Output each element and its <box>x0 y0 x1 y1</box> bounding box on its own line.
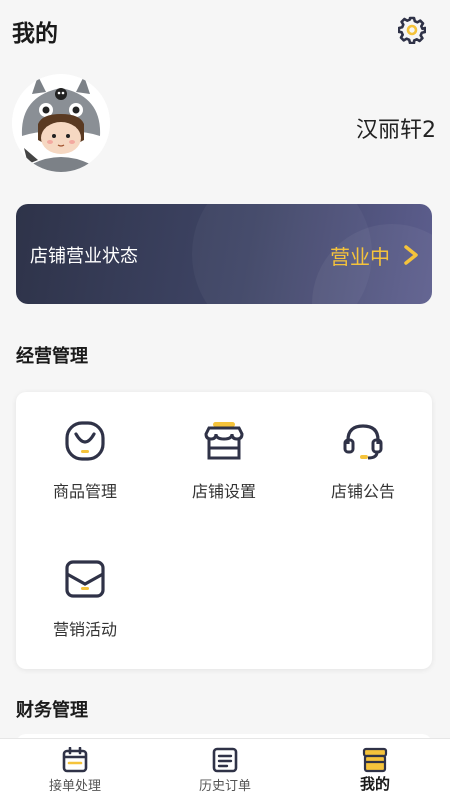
tab-label: 历史订单 <box>198 779 251 794</box>
headset-icon <box>343 424 383 460</box>
gear-icon[interactable] <box>398 16 426 44</box>
grid-item-label: 商品管理 <box>52 482 117 501</box>
bottom-tab-bar: 接单处理 历史订单 我的 <box>0 738 450 800</box>
grid-item-store-announcement[interactable]: 店铺公告 <box>294 392 432 502</box>
store-icon <box>362 747 388 773</box>
grid-item-label: 店铺设置 <box>191 482 256 501</box>
chevron-right-icon <box>404 245 418 265</box>
product-icon <box>65 421 105 461</box>
store-icon <box>204 422 244 460</box>
username: 汉丽轩2 <box>356 118 436 143</box>
profile-section: 汉丽轩2 <box>0 70 450 180</box>
grid-item-marketing[interactable]: 营销活动 <box>16 530 154 640</box>
grid-item-store-settings[interactable]: 店铺设置 <box>155 392 293 502</box>
grid-item-product-management[interactable]: 商品管理 <box>16 392 154 502</box>
avatar[interactable] <box>12 74 110 172</box>
tab-label: 我的 <box>359 775 390 793</box>
store-status-label: 店铺营业状态 <box>30 246 138 267</box>
list-icon <box>212 747 238 773</box>
tab-label: 接单处理 <box>48 779 101 794</box>
avatar-image <box>12 74 110 172</box>
header: 我的 <box>0 0 450 62</box>
store-status-card[interactable]: 店铺营业状态 营业中 <box>16 204 432 304</box>
tab-order-processing[interactable]: 接单处理 <box>0 739 150 800</box>
marketing-icon <box>65 560 105 598</box>
page-title: 我的 <box>12 21 58 47</box>
section-title-finance: 财务管理 <box>16 700 88 721</box>
tab-order-history[interactable]: 历史订单 <box>150 739 300 800</box>
section-title-operations: 经营管理 <box>16 346 88 367</box>
tab-mine[interactable]: 我的 <box>300 739 450 800</box>
store-status-value: 营业中 <box>330 245 390 269</box>
calendar-icon <box>62 747 88 773</box>
grid-item-label: 店铺公告 <box>330 482 395 501</box>
grid-item-label: 营销活动 <box>52 620 117 639</box>
operations-card: 商品管理 店铺设置 店铺公告 营销活动 <box>16 392 432 669</box>
